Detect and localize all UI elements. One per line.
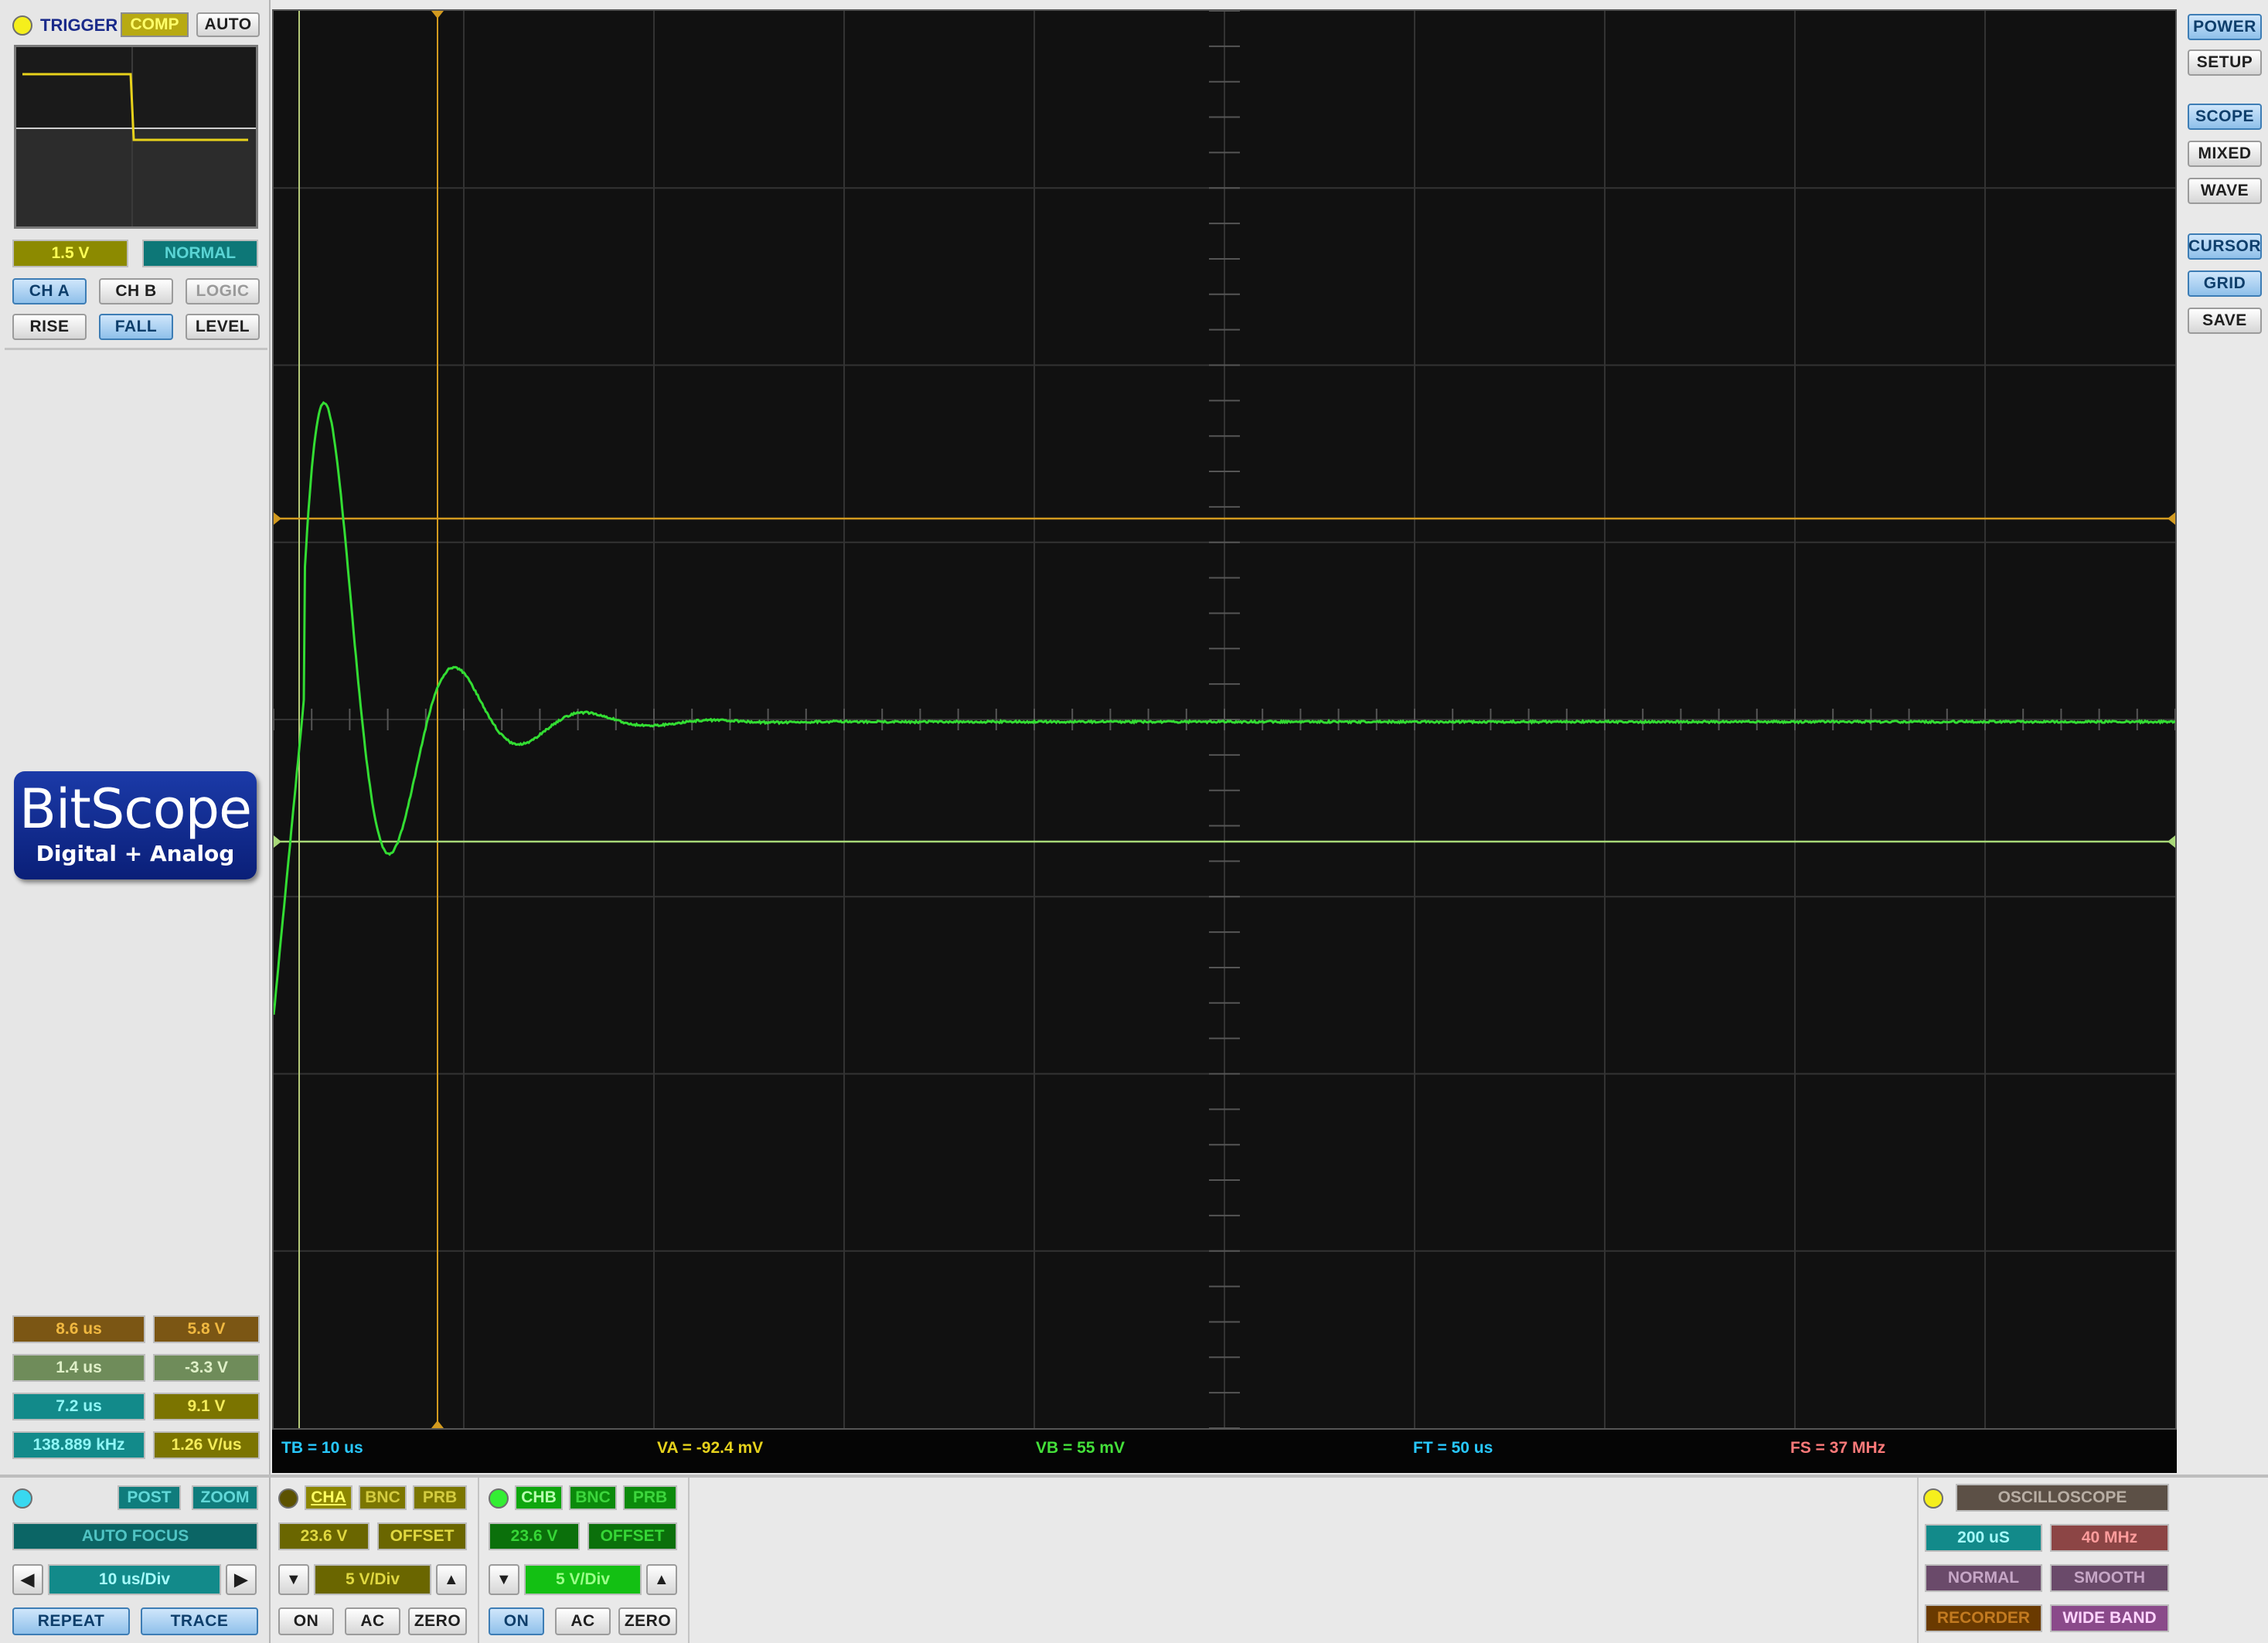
capture-rate[interactable]: 40 MHz — [2050, 1524, 2169, 1552]
scope-graph[interactable] — [274, 11, 2175, 1428]
channel-a-vdiv[interactable]: 5 V/Div — [314, 1564, 431, 1595]
power-button[interactable]: POWER — [2188, 14, 2262, 40]
source-cha-button[interactable]: CH A — [12, 278, 87, 304]
repeat-button[interactable]: REPEAT — [12, 1607, 130, 1635]
status-timebase: TB = 10 us — [281, 1439, 363, 1458]
logo-subtitle: Digital + Analog — [14, 841, 257, 866]
cursor-marker-icon — [2168, 512, 2175, 525]
timebase-led[interactable] — [12, 1488, 32, 1509]
left-arrow-icon: ◀ — [21, 1570, 34, 1590]
bitscope-logo: BitScope Digital + Analog — [14, 771, 257, 879]
wave-button[interactable]: WAVE — [2188, 178, 2262, 204]
comp-button[interactable]: COMP — [121, 12, 189, 37]
trigger-mode[interactable]: NORMAL — [142, 240, 258, 267]
capture-recorder[interactable]: RECORDER — [1925, 1604, 2042, 1632]
channel-a-bnc[interactable]: BNC — [359, 1485, 407, 1510]
status-fs: FS = 37 MHz — [1790, 1439, 1885, 1458]
measure-time-a[interactable]: 8.6 us — [12, 1315, 145, 1343]
down-arrow-icon: ▼ — [496, 1571, 512, 1589]
channel-b-name[interactable]: CHB — [515, 1485, 563, 1510]
logo-title: BitScope — [14, 777, 257, 841]
capture-normal[interactable]: NORMAL — [1925, 1564, 2042, 1592]
capture-smooth[interactable]: SMOOTH — [2050, 1564, 2169, 1592]
post-button[interactable]: POST — [117, 1485, 181, 1510]
channel-a-prb[interactable]: PRB — [413, 1485, 467, 1510]
timebase-decrease-button[interactable]: ◀ — [12, 1564, 43, 1595]
measure-time-b[interactable]: 1.4 us — [12, 1354, 145, 1382]
up-arrow-icon: ▲ — [444, 1571, 459, 1589]
capture-mode[interactable]: OSCILLOSCOPE — [1956, 1484, 2169, 1512]
cursor-marker-icon — [2168, 835, 2175, 848]
measure-volt-b[interactable]: -3.3 V — [153, 1354, 260, 1382]
channel-b-vdiv-down[interactable]: ▼ — [489, 1564, 519, 1595]
channel-b-led[interactable] — [489, 1488, 509, 1509]
setup-button[interactable]: SETUP — [2188, 49, 2262, 76]
capture-led[interactable] — [1923, 1488, 1943, 1509]
channel-a-led[interactable] — [278, 1488, 298, 1509]
right-arrow-icon: ▶ — [234, 1570, 247, 1590]
timebase-increase-button[interactable]: ▶ — [226, 1564, 257, 1595]
status-vb: VB = 55 mV — [1036, 1439, 1125, 1458]
save-button[interactable]: SAVE — [2188, 308, 2262, 334]
trigger-preview — [14, 45, 258, 229]
cursor-marker-icon — [431, 1420, 444, 1428]
zoom-button[interactable]: ZOOM — [192, 1485, 258, 1510]
source-chb-button[interactable]: CH B — [99, 278, 173, 304]
cursor-marker-icon — [274, 835, 281, 848]
status-va: VA = -92.4 mV — [657, 1439, 763, 1458]
channel-b-bnc[interactable]: BNC — [569, 1485, 617, 1510]
channel-b-offset[interactable]: OFFSET — [587, 1522, 677, 1550]
mixed-button[interactable]: MIXED — [2188, 141, 2262, 167]
channel-a-zero-button[interactable]: ZERO — [408, 1607, 467, 1635]
down-arrow-icon: ▼ — [286, 1571, 301, 1589]
auto-focus[interactable]: AUTO FOCUS — [12, 1522, 258, 1550]
status-bar: TB = 10 us VA = -92.4 mV VB = 55 mV FT =… — [272, 1430, 2177, 1473]
channel-b-range[interactable]: 23.6 V — [489, 1522, 580, 1550]
channel-b-prb[interactable]: PRB — [623, 1485, 677, 1510]
measure-volt-a[interactable]: 5.8 V — [153, 1315, 260, 1343]
up-arrow-icon: ▲ — [654, 1571, 669, 1589]
channel-b-vdiv[interactable]: 5 V/Div — [524, 1564, 642, 1595]
channel-a-ac-button[interactable]: AC — [345, 1607, 400, 1635]
channel-b-zero-button[interactable]: ZERO — [618, 1607, 677, 1635]
measure-frequency[interactable]: 138.889 kHz — [12, 1431, 145, 1459]
channel-a-vdiv-up[interactable]: ▲ — [436, 1564, 467, 1595]
panel-divider — [5, 348, 267, 350]
channel-a-name[interactable]: CHA — [305, 1485, 352, 1510]
measure-volt-delta[interactable]: 9.1 V — [153, 1393, 260, 1420]
trigger-level-value[interactable]: 1.5 V — [12, 240, 128, 267]
capture-duration[interactable]: 200 uS — [1925, 1524, 2042, 1552]
measure-time-delta[interactable]: 7.2 us — [12, 1393, 145, 1420]
cursor-marker-icon — [274, 512, 281, 525]
cursor-marker-icon — [431, 11, 444, 19]
trace-button[interactable]: TRACE — [141, 1607, 258, 1635]
scope-display[interactable] — [272, 9, 2177, 1430]
channel-b-vdiv-up[interactable]: ▲ — [646, 1564, 677, 1595]
channel-a-vdiv-down[interactable]: ▼ — [278, 1564, 309, 1595]
trigger-preview-graphic — [16, 47, 256, 226]
auto-button[interactable]: AUTO — [196, 12, 260, 37]
rise-button[interactable]: RISE — [12, 314, 87, 340]
capture-wide-band[interactable]: WIDE BAND — [2050, 1604, 2169, 1632]
channel-a-on-button[interactable]: ON — [278, 1607, 334, 1635]
channel-b-on-button[interactable]: ON — [489, 1607, 544, 1635]
measure-slew[interactable]: 1.26 V/us — [153, 1431, 260, 1459]
fall-button[interactable]: FALL — [99, 314, 173, 340]
source-logic-button[interactable]: LOGIC — [186, 278, 260, 304]
channel-a-range[interactable]: 23.6 V — [278, 1522, 369, 1550]
trigger-label: TRIGGER — [40, 15, 117, 36]
grid-button[interactable]: GRID — [2188, 270, 2262, 297]
status-ft: FT = 50 us — [1413, 1439, 1493, 1458]
trigger-led[interactable] — [12, 15, 32, 36]
cursor-button[interactable]: CURSOR — [2188, 233, 2262, 260]
level-button[interactable]: LEVEL — [186, 314, 260, 340]
channel-b-ac-button[interactable]: AC — [555, 1607, 611, 1635]
scope-button[interactable]: SCOPE — [2188, 104, 2262, 130]
timebase-value[interactable]: 10 us/Div — [48, 1564, 221, 1595]
channel-a-offset[interactable]: OFFSET — [377, 1522, 467, 1550]
